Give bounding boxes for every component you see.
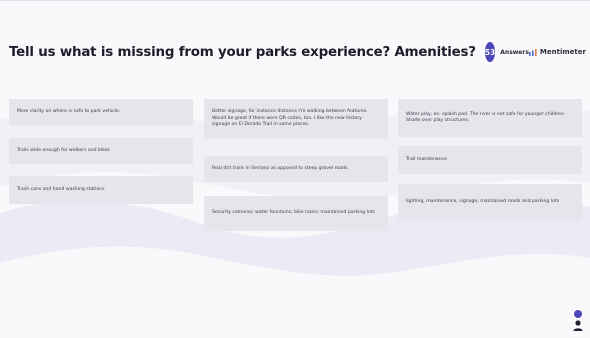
slide-header: Tell us what is missing from your parks … [9, 39, 586, 65]
response-text: More clarity on where is safe to park ve… [17, 108, 121, 114]
response-text: Security cameras; water fountains; bike … [212, 210, 375, 216]
answers-count-badge: 53 [484, 42, 496, 62]
response-card: Trail maintenance [398, 146, 582, 174]
brand-name: Mentimeter [539, 48, 586, 56]
response-text: Trail maintenance [406, 156, 447, 162]
response-text: Trash cans and hand washing stations [17, 186, 105, 192]
response-card: Security cameras; water fountains; bike … [204, 196, 388, 231]
response-text: Real dirt trails in Serrano as opposed t… [212, 165, 349, 171]
response-card: Trails wide enough for walkers and bikes [9, 138, 193, 164]
response-card: Water play, ex. splash pad. The river is… [398, 99, 582, 137]
response-card: Better signage, for instance distance I'… [204, 99, 388, 139]
participants-badge [574, 310, 582, 318]
response-text: lighting, maintenance, signage, maintain… [406, 198, 560, 204]
response-text: Better signage, for instance distance I'… [212, 109, 368, 128]
bar-chart-icon [528, 48, 537, 56]
participants-indicator[interactable] [571, 310, 585, 332]
response-card: More clarity on where is safe to park ve… [9, 99, 193, 125]
response-card: Real dirt trails in Serrano as opposed t… [204, 156, 388, 182]
response-card: lighting, maintenance, signage, maintain… [398, 184, 582, 220]
answers-label: Answers [500, 48, 529, 56]
response-text: Trails wide enough for walkers and bikes [17, 147, 110, 153]
brand-logo: Mentimeter [528, 48, 586, 56]
user-icon [573, 320, 583, 331]
question-title: Tell us what is missing from your parks … [9, 44, 476, 60]
response-card: Trash cans and hand washing stations [9, 176, 193, 204]
response-text: Water play, ex. splash pad. The river is… [406, 111, 566, 124]
presentation-slide: Tell us what is missing from your parks … [0, 0, 590, 338]
